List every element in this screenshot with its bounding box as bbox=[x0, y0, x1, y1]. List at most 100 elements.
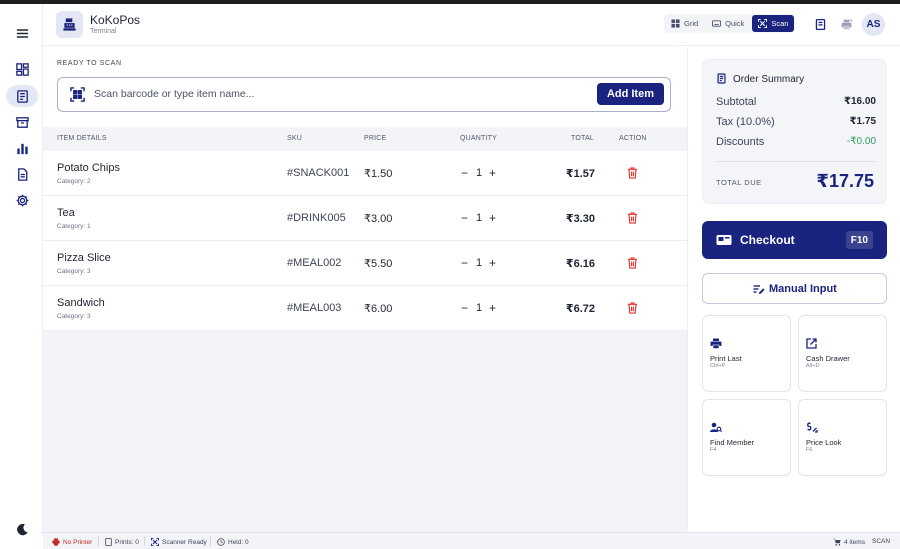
add-item-button[interactable]: Add Item bbox=[596, 83, 664, 105]
scan-input[interactable] bbox=[94, 84, 554, 104]
app-header: KoKoPos Terminal Grid Quick Scan AS bbox=[43, 4, 900, 46]
sidebar bbox=[0, 4, 43, 536]
increase-qty-button[interactable]: + bbox=[489, 166, 496, 180]
receipt-icon[interactable] bbox=[810, 14, 830, 34]
col-total: TOTAL bbox=[571, 135, 594, 142]
grid-icon bbox=[671, 19, 680, 28]
cash-drawer-label: Cash Drawer bbox=[806, 354, 850, 363]
settings-gear-icon[interactable] bbox=[8, 189, 36, 211]
decrease-qty-button[interactable]: − bbox=[461, 301, 468, 315]
menu-icon[interactable] bbox=[8, 22, 36, 44]
printer-status-icon[interactable] bbox=[836, 14, 856, 34]
document-icon[interactable] bbox=[8, 163, 36, 185]
cart-table-header: ITEM DETAILS SKU PRICE QUANTITY TOTAL AC… bbox=[43, 127, 687, 151]
keyboard-icon bbox=[712, 20, 722, 27]
item-category: Category: 3 bbox=[57, 313, 91, 320]
checkout-label: Checkout bbox=[740, 233, 795, 247]
item-quantity: 1 bbox=[476, 167, 483, 179]
tax-row: Tax (10.0%) ₹1.75 bbox=[716, 116, 876, 128]
view-mode-switch: Grid Quick Scan bbox=[664, 14, 796, 33]
cash-drawer-shortcut: Alt+D bbox=[806, 363, 820, 369]
price-look-shortcut: F6 bbox=[806, 447, 813, 453]
item-quantity: 1 bbox=[476, 257, 483, 269]
scan-bar: Add Item bbox=[57, 77, 671, 112]
increase-qty-button[interactable]: + bbox=[489, 211, 496, 225]
app-subtitle: Terminal bbox=[90, 28, 117, 35]
manual-input-button[interactable]: Manual Input bbox=[702, 273, 887, 304]
total-due-value: ₹17.75 bbox=[816, 171, 874, 191]
item-price: ₹5.50 bbox=[364, 258, 393, 270]
table-row: Tea Category: 1 #DRINK005 ₹3.00 − 1 + ₹3… bbox=[43, 196, 687, 241]
cart-icon bbox=[833, 538, 841, 546]
clock-icon bbox=[217, 538, 225, 546]
price-look-tile[interactable]: Price Look F6 bbox=[798, 399, 887, 476]
scan-section: READY TO SCAN Add Item bbox=[43, 47, 687, 127]
find-member-label: Find Member bbox=[710, 438, 755, 447]
app-logo bbox=[56, 11, 83, 38]
item-price: ₹1.50 bbox=[364, 168, 393, 180]
barcode-scan-icon bbox=[70, 87, 85, 102]
tax-label: Tax (10.0%) bbox=[716, 116, 775, 128]
item-total: ₹1.57 bbox=[565, 168, 595, 180]
find-member-tile[interactable]: Find Member F4 bbox=[702, 399, 791, 476]
delete-trash-icon[interactable] bbox=[627, 212, 638, 224]
dashboard-icon[interactable] bbox=[8, 58, 36, 80]
item-quantity: 1 bbox=[476, 302, 483, 314]
user-avatar[interactable]: AS bbox=[862, 13, 885, 36]
mode-quick-button[interactable]: Quick bbox=[706, 15, 750, 32]
printer-status: No Printer bbox=[52, 538, 92, 546]
manual-input-label: Manual Input bbox=[769, 283, 837, 295]
subtotal-row: Subtotal ₹16.00 bbox=[716, 96, 876, 108]
discount-label: Discounts bbox=[716, 136, 765, 148]
decrease-qty-button[interactable]: − bbox=[461, 166, 468, 180]
status-divider bbox=[144, 537, 145, 546]
scanner-status: Scanner Ready bbox=[151, 538, 207, 546]
item-category: Category: 1 bbox=[57, 223, 91, 230]
scan-status-label: READY TO SCAN bbox=[57, 60, 122, 67]
status-divider bbox=[98, 537, 99, 546]
edit-list-icon bbox=[753, 285, 765, 294]
cash-drawer-tile[interactable]: Cash Drawer Alt+D bbox=[798, 315, 887, 392]
item-price: ₹3.00 bbox=[364, 213, 393, 225]
col-quantity: QUANTITY bbox=[460, 135, 497, 142]
item-sku: #MEAL003 bbox=[287, 302, 342, 314]
summary-divider bbox=[716, 161, 876, 162]
decrease-qty-button[interactable]: − bbox=[461, 256, 468, 270]
subtotal-value: ₹16.00 bbox=[844, 96, 876, 107]
item-sku: #MEAL002 bbox=[287, 257, 342, 269]
col-item-details: ITEM DETAILS bbox=[57, 135, 107, 142]
print-last-tile[interactable]: Print Last Ctrl+P bbox=[702, 315, 791, 392]
item-name: Pizza Slice bbox=[57, 252, 111, 264]
cash-register-icon bbox=[63, 18, 76, 31]
inventory-icon[interactable] bbox=[8, 111, 36, 133]
checkout-button[interactable]: Checkout F10 bbox=[702, 221, 887, 259]
status-divider bbox=[210, 537, 211, 546]
discount-row: Discounts -₹0.00 bbox=[716, 136, 876, 148]
mode-scan-button[interactable]: Scan bbox=[752, 15, 795, 32]
delete-trash-icon[interactable] bbox=[627, 167, 638, 179]
scan-icon bbox=[758, 19, 768, 28]
pos-register-icon[interactable] bbox=[6, 85, 38, 107]
item-quantity: 1 bbox=[476, 212, 483, 224]
mode-grid-button[interactable]: Grid bbox=[665, 15, 704, 32]
increase-qty-button[interactable]: + bbox=[489, 256, 496, 270]
reports-chart-icon[interactable] bbox=[8, 137, 36, 159]
item-price: ₹6.00 bbox=[364, 303, 393, 315]
delete-trash-icon[interactable] bbox=[627, 302, 638, 314]
price-tag-icon bbox=[807, 422, 818, 433]
receipt-icon bbox=[717, 73, 726, 84]
print-last-label: Print Last bbox=[710, 354, 742, 363]
delete-trash-icon[interactable] bbox=[627, 257, 638, 269]
cart-area: READY TO SCAN Add Item ITEM DETAILS SKU … bbox=[43, 47, 687, 532]
item-total: ₹3.30 bbox=[565, 213, 595, 225]
table-row: Sandwich Category: 3 #MEAL003 ₹6.00 − 1 … bbox=[43, 286, 687, 331]
total-due-label: TOTAL DUE bbox=[716, 178, 762, 187]
find-member-icon bbox=[710, 422, 722, 433]
decrease-qty-button[interactable]: − bbox=[461, 211, 468, 225]
col-action: ACTION bbox=[619, 135, 647, 142]
dark-mode-moon-icon[interactable] bbox=[8, 518, 36, 540]
item-category: Category: 3 bbox=[57, 268, 91, 275]
item-sku: #DRINK005 bbox=[287, 212, 346, 224]
table-row: Potato Chips Category: 2 #SNACK001 ₹1.50… bbox=[43, 151, 687, 196]
increase-qty-button[interactable]: + bbox=[489, 301, 496, 315]
